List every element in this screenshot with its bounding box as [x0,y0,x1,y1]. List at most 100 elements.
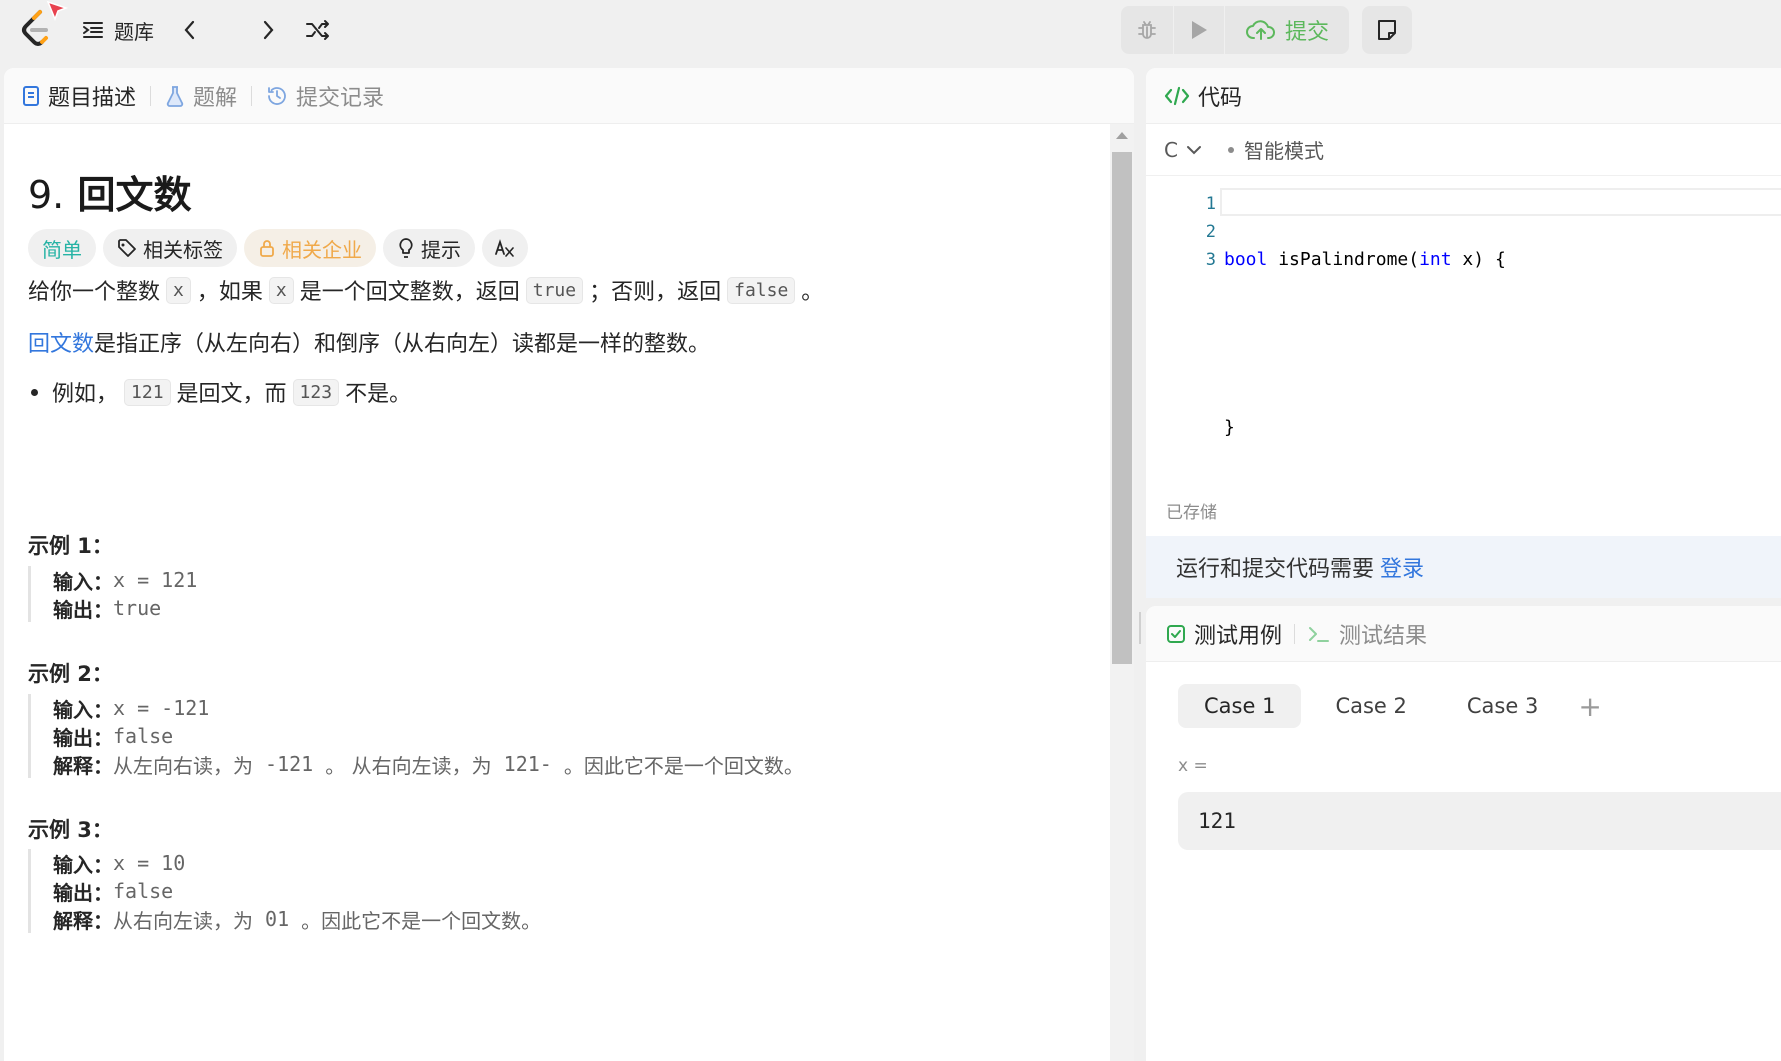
problem-list-button[interactable]: 题库 [82,14,154,46]
cloud-upload-icon [1245,20,1275,40]
variable-label: x = [1178,756,1208,776]
explanation-code: 121- [491,752,564,776]
code-panel-header: 代码 [1146,68,1781,124]
explanation-text: 。 从右向左读，为 [325,753,492,778]
flask-icon [166,85,184,107]
example-explanation: 解释： 从右向左读，为 01 。因此它不是一个回文数。 [53,905,541,933]
inline-code: true [525,276,584,304]
test-panel: 测试用例 测试结果 Case 1 Case 2 Case 3 + x = 121 [1146,606,1781,1061]
code-lines[interactable]: bool isPalindrome(int x) { } [1224,190,1506,498]
lock-icon [260,240,274,257]
scrollbar-thumb[interactable] [1112,152,1132,664]
hint-button[interactable]: 提示 [383,229,475,267]
panel-resize-handle[interactable] [1139,612,1141,644]
bullet-dot [31,388,38,396]
description-paragraph-1: 给你一个整数 x ，如果 x 是一个回文整数，返回 true ；否则，返回 fa… [28,274,823,306]
tab-description[interactable]: 题目描述 [22,80,136,112]
play-icon [1192,21,1207,39]
separator [1294,623,1296,644]
description-scrollbar[interactable] [1110,124,1134,1061]
login-link[interactable]: 登录 [1380,551,1424,583]
random-problem-button[interactable] [304,14,332,46]
editor-mode[interactable]: 智能模式 [1244,135,1324,164]
run-button[interactable] [1174,6,1224,54]
output-key: 输出： [53,880,113,905]
testcase-tabs: Case 1 Case 2 Case 3 + [1178,684,1602,728]
example-input: 输入： x = -121 [53,694,804,722]
inline-code: 121 [124,378,171,406]
prev-problem-button[interactable] [180,14,200,46]
palindrome-link[interactable]: 回文数 [28,326,94,358]
output-key: 输出： [53,725,113,750]
login-prompt: 运行和提交代码需要 登录 [1146,536,1781,598]
difficulty-badge: 简单 [28,229,96,267]
scroll-up-arrow-icon[interactable] [1116,132,1128,139]
problem-description: 9. 回文数 简单 相关标签 相关企业 提示 给你一个整数 x ，如果 x 是一… [4,124,1110,1061]
inline-code: x [166,276,191,304]
tab-test-results[interactable]: 测试结果 [1307,618,1427,650]
tab-testcases-label: 测试用例 [1194,623,1283,649]
translate-button[interactable] [482,229,528,267]
example-2-title: 示例 2： [28,662,113,686]
debug-button[interactable] [1121,6,1173,54]
add-case-button[interactable]: + [1578,690,1601,723]
text: 给你一个整数 [28,280,161,305]
language-select[interactable]: C [1164,138,1202,162]
tag-icon [118,239,136,257]
related-companies-label: 相关企业 [282,237,362,262]
case-tab-3[interactable]: Case 3 [1441,684,1564,728]
submit-button[interactable]: 提交 [1225,6,1349,54]
keyword: bool [1224,249,1268,270]
tab-solutions[interactable]: 题解 [165,80,237,112]
input-value: x = -121 [113,696,210,720]
login-prompt-text: 运行和提交代码需要 [1176,557,1375,582]
case-tab-1[interactable]: Case 1 [1178,684,1302,728]
tab-solutions-label: 题解 [193,85,238,111]
translate-icon [495,239,514,257]
text: ，如果 [196,280,263,305]
notes-button[interactable] [1362,6,1412,54]
text: 。 [801,280,824,305]
next-problem-button[interactable] [258,14,278,46]
chevron-left-icon [184,20,195,40]
problem-title[interactable]: 9. 回文数 [28,164,192,219]
chevron-right-icon [263,20,274,40]
tab-testcases[interactable]: 测试用例 [1166,618,1282,650]
code-line: bool isPalindrome(int x) { [1224,246,1506,274]
inline-code: x [268,276,294,304]
code-toolbar: C 智能模式 [1146,124,1781,176]
output-key: 输出： [53,597,113,622]
problem-list-label: 题库 [114,19,154,44]
example-output: 输出： false [53,877,541,905]
history-icon [268,86,286,105]
inline-code: 123 [292,378,340,406]
case-tab-2[interactable]: Case 2 [1309,684,1432,728]
language-value: C [1164,137,1178,162]
line-number: 3 [1205,250,1216,270]
text: 是回文，而 [176,382,287,407]
keyword: int [1419,249,1452,270]
description-paragraph-2: 回文数 是指正序（从左向右）和倒序（从右向左）读都是一样的整数。 [28,326,710,358]
top-bar: 题库 提交 [0,0,1781,60]
mouse-cursor-icon [46,0,69,22]
code-editor[interactable]: 1 2 3 bool isPalindrome(int x) { } [1146,176,1781,476]
line-number: 2 [1205,222,1216,242]
text: 是指正序（从左向右）和倒序（从右向左）读都是一样的整数。 [94,332,711,357]
tab-submissions[interactable]: 提交记录 [266,80,384,112]
lightbulb-icon [399,238,413,258]
related-tags-label: 相关标签 [143,237,223,262]
input-key: 输入： [53,852,113,877]
example-output: 输出： true [53,594,197,622]
related-companies-button[interactable]: 相关企业 [244,229,376,267]
testcase-input[interactable]: 121 [1178,792,1781,850]
example-3-title: 示例 3： [28,818,113,842]
explanation-key: 解释： [53,753,113,778]
code-text: x) { [1451,249,1506,270]
run-submit-group: 提交 [1121,6,1349,54]
problem-tags: 简单 相关标签 相关企业 提示 [28,229,528,267]
example-input: 输入： x = 10 [53,849,541,877]
explanation-text: 。因此它不是一个回文数。 [563,753,804,778]
example-bullet: 例如， 121 是回文，而 123 不是。 [28,376,411,408]
related-tags-button[interactable]: 相关标签 [103,229,237,267]
